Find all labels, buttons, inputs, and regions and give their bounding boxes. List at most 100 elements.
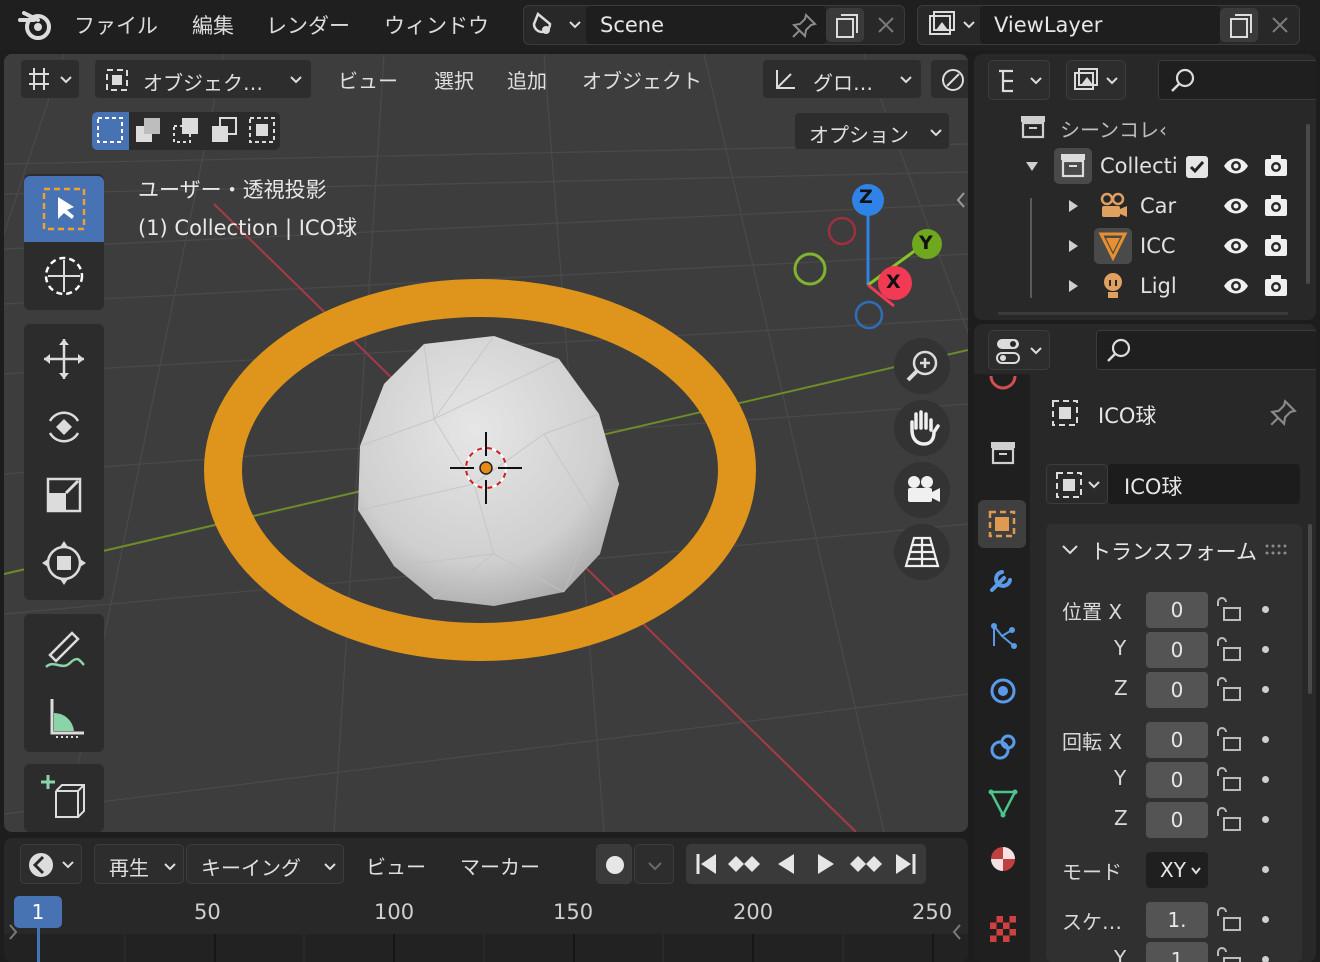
lock-icon[interactable] xyxy=(1214,766,1244,794)
properties-search-input[interactable] xyxy=(1096,330,1316,370)
lock-icon[interactable] xyxy=(1214,636,1244,664)
auto-keying-toggle[interactable] xyxy=(596,844,632,884)
chevron-left-icon[interactable] xyxy=(954,190,968,210)
object-tab[interactable] xyxy=(978,500,1026,548)
select-box-tool[interactable] xyxy=(24,176,104,242)
data-tab-icon[interactable] xyxy=(988,788,1018,818)
close-icon[interactable] xyxy=(1268,12,1292,43)
outliner-scrollbar[interactable] xyxy=(1306,124,1310,284)
display-mode-button[interactable] xyxy=(1066,60,1126,100)
lock-icon[interactable] xyxy=(1214,906,1244,934)
lock-icon[interactable] xyxy=(1214,726,1244,754)
lock-icon[interactable] xyxy=(1214,676,1244,704)
chevron-right-icon[interactable] xyxy=(6,922,20,942)
object-browse-button[interactable] xyxy=(1046,464,1108,504)
render-camera-icon[interactable] xyxy=(1262,272,1290,300)
next-keyframe-icon[interactable] xyxy=(848,848,884,880)
viewport-menu-select[interactable]: 選択 xyxy=(434,65,474,94)
constraints-tab-icon[interactable] xyxy=(988,732,1018,762)
scene-collection-tab-icon[interactable] xyxy=(988,438,1018,468)
texture-tab-icon[interactable] xyxy=(988,914,1018,944)
transform-orientation-dropdown[interactable]: グロ… xyxy=(762,59,922,99)
blender-logo-icon[interactable] xyxy=(18,8,54,47)
snapping-toggle[interactable] xyxy=(930,59,968,99)
select-difference-button[interactable] xyxy=(206,112,243,150)
keying-set-dropdown[interactable] xyxy=(634,844,674,884)
timeline-menu-view[interactable]: ビュー xyxy=(366,851,426,880)
current-frame-indicator[interactable]: 1 xyxy=(14,896,62,928)
pin-icon[interactable] xyxy=(790,12,818,45)
close-icon[interactable] xyxy=(874,12,898,43)
rotation-x-field[interactable]: 0 xyxy=(1146,722,1208,758)
select-subtract-button[interactable] xyxy=(168,112,205,150)
keyframe-dot[interactable] xyxy=(1262,956,1269,962)
rotate-tool[interactable] xyxy=(24,394,104,460)
scale-y-field[interactable]: 1 xyxy=(1146,942,1208,962)
disclosure-triangle-expanded[interactable] xyxy=(1024,158,1040,174)
location-z-field[interactable]: 0 xyxy=(1146,672,1208,708)
particles-tab-icon[interactable] xyxy=(988,620,1018,650)
eye-icon[interactable] xyxy=(1222,194,1250,218)
duplicate-view-layer-button[interactable] xyxy=(1220,8,1258,42)
cursor-tool[interactable] xyxy=(24,243,104,309)
render-camera-icon[interactable] xyxy=(1262,232,1290,260)
select-new-button[interactable] xyxy=(92,112,129,150)
prev-keyframe-icon[interactable] xyxy=(726,848,762,880)
object-name-field[interactable]: ICO球 xyxy=(1108,464,1300,504)
menu-window[interactable]: ウィンドウ xyxy=(384,10,489,40)
timeline-editor-type-button[interactable] xyxy=(20,844,82,884)
timeline-menu-marker[interactable]: マーカー xyxy=(460,851,540,880)
properties-editor-type-button[interactable] xyxy=(988,330,1050,370)
frame-ruler[interactable] xyxy=(4,892,968,934)
keying-menu[interactable]: キーイング xyxy=(186,844,344,884)
disclosure-triangle-collapsed[interactable] xyxy=(1066,278,1080,294)
lock-icon[interactable] xyxy=(1214,596,1244,624)
scene-collection-label[interactable]: シーンコレ‹ xyxy=(1060,114,1167,143)
render-camera-icon[interactable] xyxy=(1262,152,1290,180)
disclosure-triangle-collapsed[interactable] xyxy=(1066,238,1080,254)
viewport-menu-add[interactable]: 追加 xyxy=(507,65,547,94)
physics-tab-icon[interactable] xyxy=(988,676,1018,706)
pin-icon[interactable] xyxy=(1268,398,1298,428)
render-tab-icon[interactable] xyxy=(988,374,1018,394)
scale-x-field[interactable]: 1. xyxy=(1146,902,1208,938)
rotation-y-field[interactable]: 0 xyxy=(1146,762,1208,798)
keyframe-dot[interactable] xyxy=(1262,606,1269,613)
scale-tool[interactable] xyxy=(24,462,104,528)
menu-edit[interactable]: 編集 xyxy=(192,10,234,40)
playback-menu[interactable]: 再生 xyxy=(94,844,184,884)
material-tab-icon[interactable] xyxy=(988,844,1018,874)
eye-icon[interactable] xyxy=(1222,154,1250,178)
viewport-menu-view[interactable]: ビュー xyxy=(338,65,398,94)
properties-scrollbar[interactable] xyxy=(1308,524,1312,694)
keyframe-dot[interactable] xyxy=(1262,646,1269,653)
chevron-down-icon[interactable] xyxy=(1060,540,1080,560)
play-reverse-icon[interactable] xyxy=(770,848,802,880)
keyframe-dot[interactable] xyxy=(1262,866,1269,873)
eye-icon[interactable] xyxy=(1222,234,1250,258)
3d-viewport[interactable]: オブジェク… ビュー 選択 追加 オブジェクト グロ… オプション ユーザー・透… xyxy=(4,54,968,832)
keyframe-dot[interactable] xyxy=(1262,916,1269,923)
jump-end-icon[interactable] xyxy=(890,848,922,880)
viewport-menu-object[interactable]: オブジェクト xyxy=(582,65,702,94)
rotation-mode-dropdown[interactable]: XY xyxy=(1146,852,1208,888)
keyframe-dot[interactable] xyxy=(1262,816,1269,823)
lock-icon[interactable] xyxy=(1214,806,1244,834)
menu-file[interactable]: ファイル xyxy=(74,10,158,40)
location-y-field[interactable]: 0 xyxy=(1146,632,1208,668)
lock-icon[interactable] xyxy=(1214,946,1244,962)
location-x-field[interactable]: 0 xyxy=(1146,592,1208,628)
outliner-search-input[interactable] xyxy=(1158,60,1316,100)
scene-browse-button[interactable] xyxy=(530,10,586,40)
camera-view-button[interactable] xyxy=(894,462,950,518)
keyframe-dot[interactable] xyxy=(1262,776,1269,783)
rotation-z-field[interactable]: 0 xyxy=(1146,802,1208,838)
render-camera-icon[interactable] xyxy=(1262,192,1290,220)
select-extend-button[interactable] xyxy=(130,112,167,150)
move-tool[interactable] xyxy=(24,326,104,392)
editor-type-button[interactable] xyxy=(20,59,80,99)
pan-button[interactable] xyxy=(894,400,950,456)
play-icon[interactable] xyxy=(810,848,842,880)
scene-name-field[interactable]: Scene xyxy=(600,13,664,37)
outliner-item-ico-sphere[interactable]: ICC xyxy=(1140,234,1176,258)
